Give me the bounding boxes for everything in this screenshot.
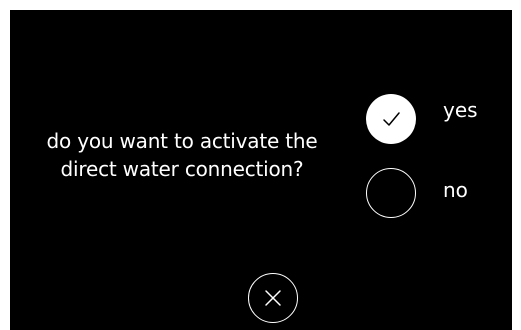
option-no[interactable]: no xyxy=(364,166,494,224)
option-no-label: no xyxy=(443,178,468,202)
option-yes[interactable]: yes xyxy=(364,92,494,146)
close-button[interactable] xyxy=(248,273,298,323)
water-connection-dialog: do you want to activate the direct water… xyxy=(10,10,512,330)
radio-yes[interactable] xyxy=(366,94,416,144)
option-yes-label: yes xyxy=(443,98,478,122)
radio-no[interactable] xyxy=(366,168,416,218)
close-icon xyxy=(265,290,281,306)
checkmark-icon xyxy=(383,112,400,126)
dialog-question: do you want to activate the direct water… xyxy=(46,129,318,181)
